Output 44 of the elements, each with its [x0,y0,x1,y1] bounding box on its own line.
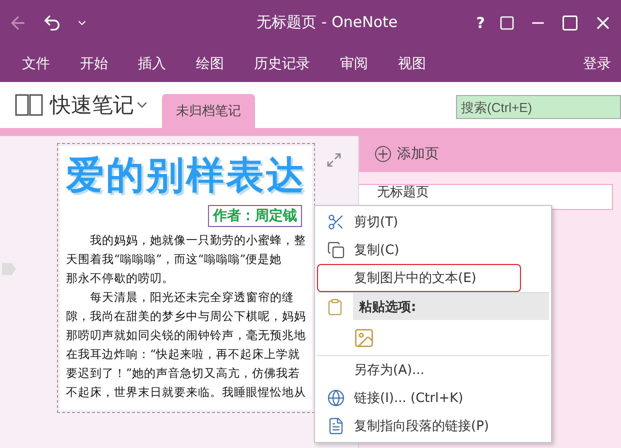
menu-section-header: 粘贴选项: [353,293,549,320]
ribbon-tab[interactable]: 视图 [398,54,426,72]
menu-item[interactable]: 剪切(T) [317,208,549,236]
ribbon-tab[interactable]: 开始 [80,54,108,72]
menu-item[interactable]: 复制(C) [317,236,549,264]
maximize-icon[interactable] [561,14,579,32]
paragraph-handle[interactable] [2,263,16,275]
globe-icon [327,389,345,407]
menu-item[interactable]: 复制指向段落的链接(P) [317,412,549,440]
image-text-line: 每天清晨，阳光还未完全穿透窗帘的缝 [89,289,295,306]
clipboard-icon [326,298,344,316]
image-text-line: 隙，我尚在甜美的梦乡中与周公下棋呢，妈妈 [66,308,307,325]
menu-item[interactable]: 复制图片中的文本(E) [317,264,521,292]
ribbon-tab[interactable]: 历史记录 [254,54,310,72]
help-button[interactable]: ? [476,14,485,32]
add-page-button[interactable]: 添加页 [359,136,621,172]
notebook-icon [14,92,44,118]
image-text-line: 不起床，世界末日就要来临。我睡眼惺忪地从 [66,384,307,401]
resize-icon[interactable] [326,152,342,168]
ribbon-tab[interactable]: 审阅 [340,54,368,72]
copy-icon [327,241,345,259]
ribbon-tab[interactable]: 插入 [138,54,166,72]
ribbon-tab[interactable]: 文件 [22,54,50,72]
sign-in-link[interactable]: 登录 [583,54,611,72]
image-text-line: 在我耳边炸响：“快起来啦，再不起床上学就 [66,346,301,363]
display-options-icon[interactable] [499,14,515,30]
document-icon [327,417,345,435]
picture-icon[interactable] [353,326,375,348]
scissors-icon [327,213,345,231]
notebook-name[interactable]: 快速笔记 [50,91,134,119]
image-text-line: 那永不停歇的唠叨。 [66,270,175,287]
menu-item[interactable]: 链接(I)... (Ctrl+K) [317,384,549,412]
plus-icon [375,146,391,162]
window-title: 无标题页 - OneNote [256,13,399,32]
image-text-line: 要迟到了！”她的声音急切又高亢，仿佛我若 [66,365,301,382]
image-text-line: 天围着我“嗡嗡嗡”，而这“嗡嗡嗡”便是她 [66,251,283,268]
image-text-line: 我的妈妈，她就像一只勤劳的小蜜蜂，整 [89,232,307,249]
image-author: 作者：周定钺 [208,205,302,227]
menu-item[interactable]: 另存为(A)... [317,356,549,384]
search-field[interactable]: 搜索(Ctrl+E) [456,95,621,119]
undo-icon[interactable] [42,12,62,32]
image-text-line: 那唠叨声就如同尖锐的闹钟铃声，毫无预兆地 [66,327,307,344]
section-tab[interactable]: 未归档笔记 [162,94,255,128]
ribbon-tab[interactable]: 绘图 [196,54,224,72]
